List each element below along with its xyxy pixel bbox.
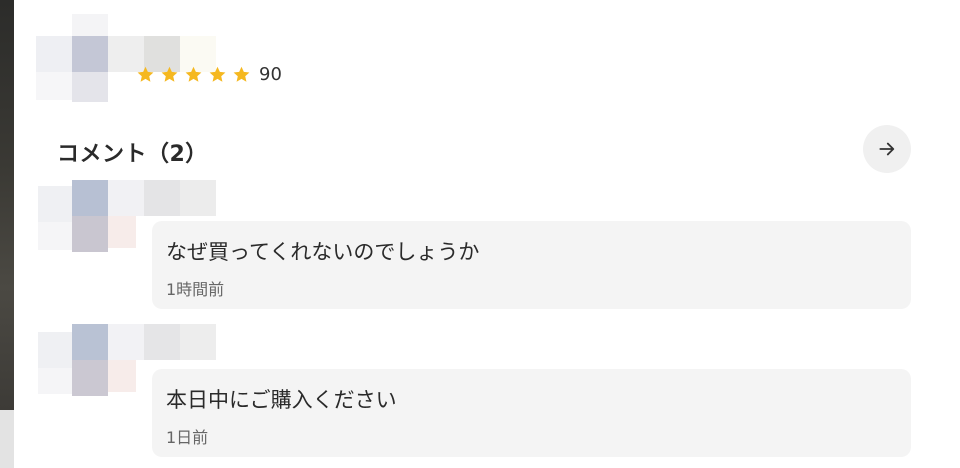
seller-avatar-blurred[interactable] bbox=[36, 14, 226, 104]
star-icon bbox=[136, 65, 155, 84]
comment-timestamp: 1時間前 bbox=[166, 280, 225, 299]
adjacent-panel-bottom bbox=[0, 410, 14, 468]
star-icon bbox=[160, 65, 179, 84]
comments-heading: コメント（2） bbox=[57, 142, 208, 167]
comment-bubble[interactable]: 本日中にご購入ください 1日前 bbox=[152, 369, 911, 457]
seller-and-comments-panel: 90 コメント（2） なぜ買ってくれないのでしょうか 1時間前 本日中にご購入く… bbox=[14, 0, 960, 468]
comments-more-button[interactable] bbox=[863, 125, 911, 173]
arrow-right-icon bbox=[877, 139, 897, 159]
product-page: 90 コメント（2） なぜ買ってくれないのでしょうか 1時間前 本日中にご購入く… bbox=[0, 0, 960, 468]
comment-text: なぜ買ってくれないのでしょうか bbox=[166, 240, 480, 264]
comment-bubble[interactable]: なぜ買ってくれないのでしょうか 1時間前 bbox=[152, 221, 911, 309]
rating-count: 90 bbox=[259, 63, 282, 85]
comment-text: 本日中にご購入ください bbox=[166, 388, 397, 412]
seller-rating: 90 bbox=[136, 62, 282, 86]
adjacent-image-panel bbox=[0, 0, 14, 410]
star-icon bbox=[232, 65, 251, 84]
star-icon bbox=[208, 65, 227, 84]
comment-timestamp: 1日前 bbox=[166, 428, 209, 447]
star-icon bbox=[184, 65, 203, 84]
